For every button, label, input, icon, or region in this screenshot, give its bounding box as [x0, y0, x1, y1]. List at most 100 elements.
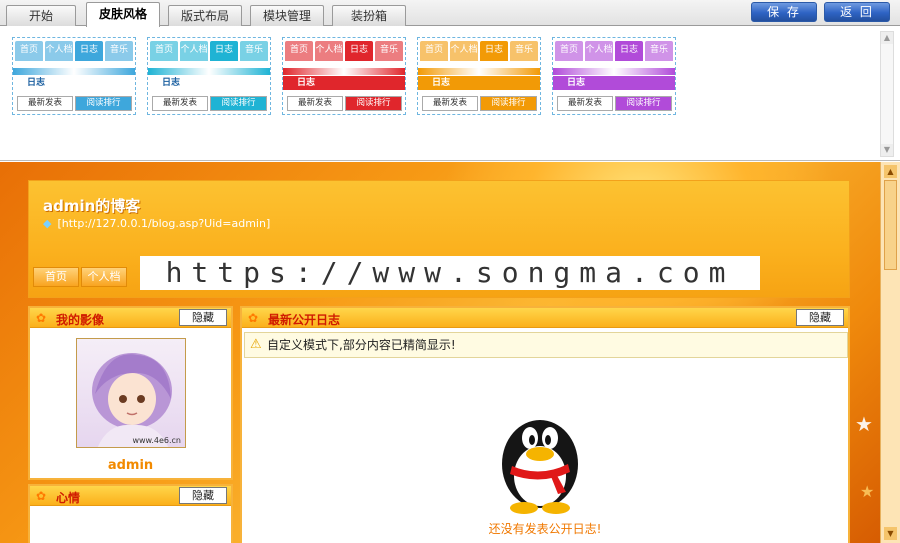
blog-nav: 首页 个人档 [33, 267, 127, 287]
skin-thumb-nav-item: 个人档 [450, 41, 478, 61]
skin-thumb-band [553, 68, 675, 75]
blog-url[interactable]: ◆ [http://127.0.0.1/blog.asp?Uid=admin] [43, 217, 270, 230]
skin-thumb-ranking-button: 阅读排行 [615, 96, 672, 111]
skin-chooser-panel: 首页 个人档 日志 音乐 日志 最新发表 阅读排行 首页 个人档 日志 音乐 日志 最新发表 阅读排行 首页… [0, 27, 900, 161]
tab-layout[interactable]: 版式布局 [168, 5, 242, 26]
notice-text: 自定义模式下,部分内容已精简显示! [267, 338, 456, 352]
scroll-down-icon[interactable]: ▼ [881, 144, 893, 156]
skin-thumb-band [13, 68, 135, 75]
blog-nav-home[interactable]: 首页 [33, 267, 79, 287]
panel-bullet-icon: ✿ [248, 311, 259, 325]
scroll-thumb[interactable] [884, 180, 897, 270]
skin-thumb-nav-item: 首页 [15, 41, 43, 61]
skin-thumb-nav-item: 日志 [615, 41, 643, 61]
panel-header: ✿ 我的影像 隐藏 [30, 308, 231, 328]
skin-thumb-nav-item: 日志 [345, 41, 373, 61]
skin-thumb-nav: 首页 个人档 日志 音乐 [148, 41, 270, 61]
panel-title: 我的影像 [56, 313, 105, 327]
blog-title: admin的博客 [43, 197, 141, 215]
panel-title: 最新公开日志 [268, 313, 341, 327]
tab-dressup-box[interactable]: 装扮箱 [332, 5, 406, 26]
star-icon: ★ [855, 412, 873, 436]
skin-thumb-latest-button: 最新发表 [152, 96, 208, 111]
skin-thumb-ranking-button: 阅读排行 [210, 96, 267, 111]
skin-thumb-nav-item: 音乐 [240, 41, 268, 61]
panel-header: ✿ 心情 隐藏 [30, 486, 231, 506]
skin-thumb-nav: 首页 个人档 日志 音乐 [13, 41, 135, 61]
skin-thumb-nav-item: 首页 [555, 41, 583, 61]
tab-module-manage[interactable]: 模块管理 [250, 5, 324, 26]
skin-thumb-nav-item: 音乐 [645, 41, 673, 61]
panel-bullet-icon: ✿ [36, 489, 47, 503]
skin-thumb-nav: 首页 个人档 日志 音乐 [553, 41, 675, 61]
skin-thumb-latest-button: 最新发表 [422, 96, 478, 111]
skin-thumb-title: 日志 [418, 76, 540, 90]
skin-thumb-band [283, 68, 405, 75]
hide-button[interactable]: 隐藏 [179, 309, 227, 326]
blog-preview: ✦ ✧ ★ ★ admin的博客 ◆[http://127.0.0.1/blog… [0, 162, 880, 543]
scroll-down-icon[interactable]: ▼ [884, 527, 897, 540]
skin-thumb-nav-item: 首页 [420, 41, 448, 61]
skin-thumb-latest-button: 最新发表 [557, 96, 613, 111]
skin-thumb-nav-item: 日志 [75, 41, 103, 61]
skin-thumb-nav-item: 音乐 [105, 41, 133, 61]
skin-thumb-ranking-button: 阅读排行 [480, 96, 537, 111]
skin-thumb-band [418, 68, 540, 75]
panel-title: 心情 [56, 491, 81, 505]
avatar: www.4e6.cn [76, 338, 186, 448]
skin-thumb-nav-item: 音乐 [510, 41, 538, 61]
skin-thumb-nav-item: 日志 [480, 41, 508, 61]
tab-skin-style[interactable]: 皮肤风格 [86, 2, 160, 27]
skin-thumb-latest-button: 最新发表 [17, 96, 73, 111]
skin-thumb-title: 日志 [283, 76, 405, 90]
top-tab-bar: 开始 皮肤风格 版式布局 模块管理 装扮箱 保 存 返 回 [0, 0, 900, 27]
penguin-icon [490, 404, 590, 514]
scroll-up-icon[interactable]: ▲ [881, 32, 893, 44]
hide-button[interactable]: 隐藏 [796, 309, 844, 326]
back-button[interactable]: 返 回 [824, 2, 890, 22]
blog-nav-profile[interactable]: 个人档 [81, 267, 127, 287]
skin-thumb-nav-item: 个人档 [45, 41, 73, 61]
skin-thumbnail[interactable]: 首页 个人档 日志 音乐 日志 最新发表 阅读排行 [552, 37, 676, 115]
star-icon: ★ [860, 482, 875, 501]
blog-url-text: [http://127.0.0.1/blog.asp?Uid=admin] [57, 217, 271, 230]
skin-thumb-latest-button: 最新发表 [287, 96, 343, 111]
skin-thumb-nav-item: 首页 [150, 41, 178, 61]
skin-thumb-nav-item: 个人档 [180, 41, 208, 61]
skin-thumb-ranking-button: 阅读排行 [345, 96, 402, 111]
avatar-caption: www.4e6.cn [132, 436, 181, 445]
panel-header: ✿ 最新公开日志 隐藏 [242, 308, 848, 328]
preview-scrollbar[interactable]: ▲ ▼ [880, 162, 900, 543]
skin-panel-scrollbar[interactable]: ▲ ▼ [880, 31, 894, 157]
warning-icon: ⚠ [250, 337, 262, 352]
skin-thumb-title: 日志 [162, 78, 181, 88]
skin-thumbnail[interactable]: 首页 个人档 日志 音乐 日志 最新发表 阅读排行 [417, 37, 541, 115]
panel-bullet-icon: ✿ [36, 311, 47, 325]
username[interactable]: admin [30, 458, 231, 473]
latest-logs-panel: ✿ 最新公开日志 隐藏 ⚠ 自定义模式下,部分内容已精简显示! 还没有发表公开日… [240, 306, 850, 543]
hide-button[interactable]: 隐藏 [179, 487, 227, 504]
skin-thumb-ranking-button: 阅读排行 [75, 96, 132, 111]
skin-thumb-nav: 首页 个人档 日志 音乐 [283, 41, 405, 61]
skin-thumb-title: 日志 [27, 78, 46, 88]
save-button[interactable]: 保 存 [751, 2, 817, 22]
skin-thumbnail[interactable]: 首页 个人档 日志 音乐 日志 最新发表 阅读排行 [282, 37, 406, 115]
empty-message: 还没有发表公开日志! [488, 522, 602, 536]
tab-start[interactable]: 开始 [6, 5, 76, 26]
skin-thumb-nav-item: 日志 [210, 41, 238, 61]
skin-thumbnail[interactable]: 首页 个人档 日志 音乐 日志 最新发表 阅读排行 [12, 37, 136, 115]
skin-thumb-band [148, 68, 270, 75]
diamond-icon: ◆ [43, 217, 52, 230]
my-image-panel: ✿ 我的影像 隐藏 www.4e6.cn admin [28, 306, 233, 480]
notice-bar: ⚠ 自定义模式下,部分内容已精简显示! [244, 332, 848, 358]
skin-thumb-title: 日志 [553, 76, 675, 90]
skin-thumb-nav-item: 个人档 [315, 41, 343, 61]
scroll-up-icon[interactable]: ▲ [884, 165, 897, 178]
skin-thumb-nav: 首页 个人档 日志 音乐 [418, 41, 540, 61]
skin-thumb-nav-item: 个人档 [585, 41, 613, 61]
skin-thumbnail[interactable]: 首页 个人档 日志 音乐 日志 最新发表 阅读排行 [147, 37, 271, 115]
mood-panel: ✿ 心情 隐藏 [28, 484, 233, 543]
watermark: https://www.songma.com [140, 256, 760, 290]
skin-thumb-nav-item: 音乐 [375, 41, 403, 61]
skin-thumb-nav-item: 首页 [285, 41, 313, 61]
